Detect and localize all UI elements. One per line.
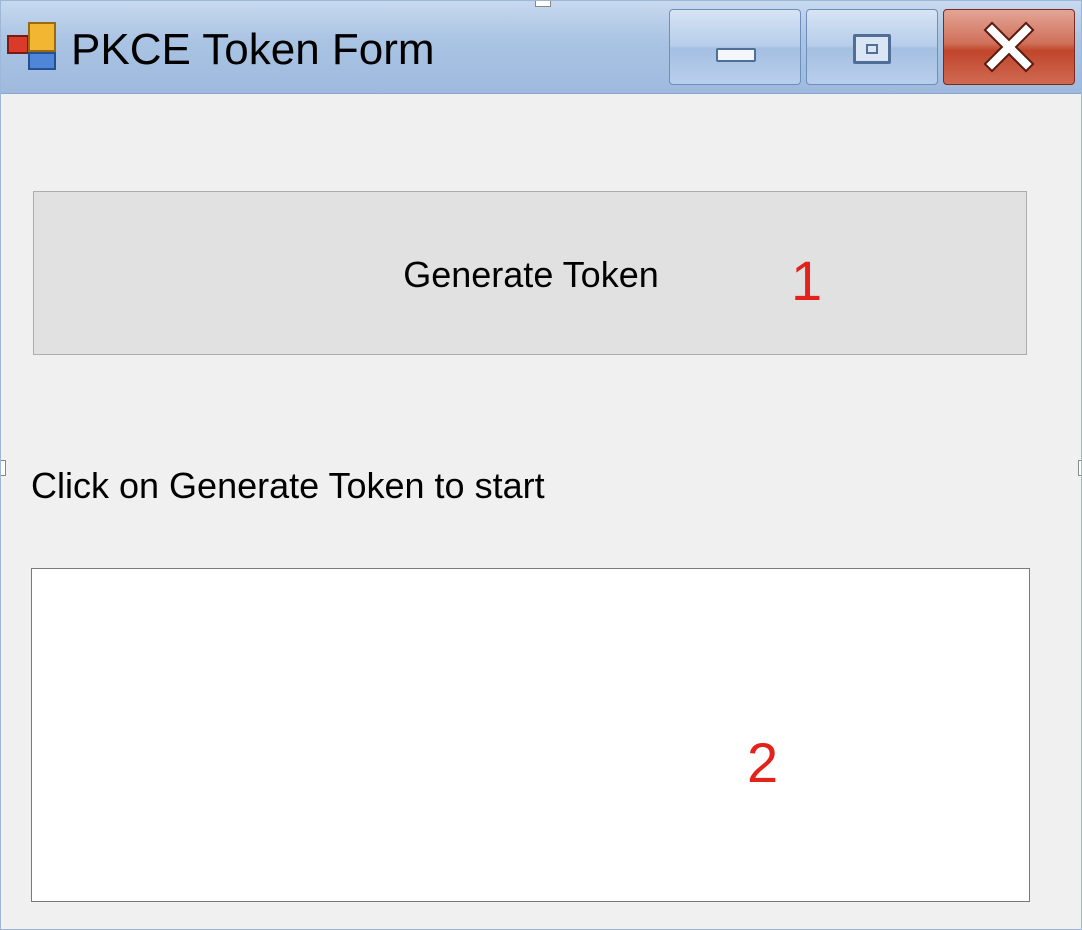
close-icon <box>983 21 1035 73</box>
maximize-icon-inner <box>866 44 878 54</box>
minimize-button[interactable] <box>669 9 801 85</box>
annotation-marker-2: 2 <box>747 731 779 794</box>
resize-handle-right[interactable] <box>1078 460 1081 476</box>
resize-handle-left[interactable] <box>1 460 6 476</box>
resize-handle-top[interactable] <box>535 1 551 7</box>
minimize-icon <box>716 48 756 62</box>
token-output-textbox[interactable] <box>31 568 1030 902</box>
generate-token-button-label: Generate Token <box>403 254 659 295</box>
annotation-marker-1: 1 <box>791 249 823 312</box>
window-title: PKCE Token Form <box>71 25 435 74</box>
generate-token-button[interactable]: Generate Token <box>33 191 1027 355</box>
pkce-token-form-window: PKCE Token Form Generate Token 1 Click o… <box>0 0 1082 930</box>
status-label: Click on Generate Token to start <box>31 465 545 506</box>
maximize-icon <box>853 34 891 64</box>
close-button[interactable] <box>943 9 1075 85</box>
app-icon <box>7 22 56 70</box>
title-bar[interactable]: PKCE Token Form <box>1 1 1081 94</box>
maximize-button[interactable] <box>806 9 938 85</box>
